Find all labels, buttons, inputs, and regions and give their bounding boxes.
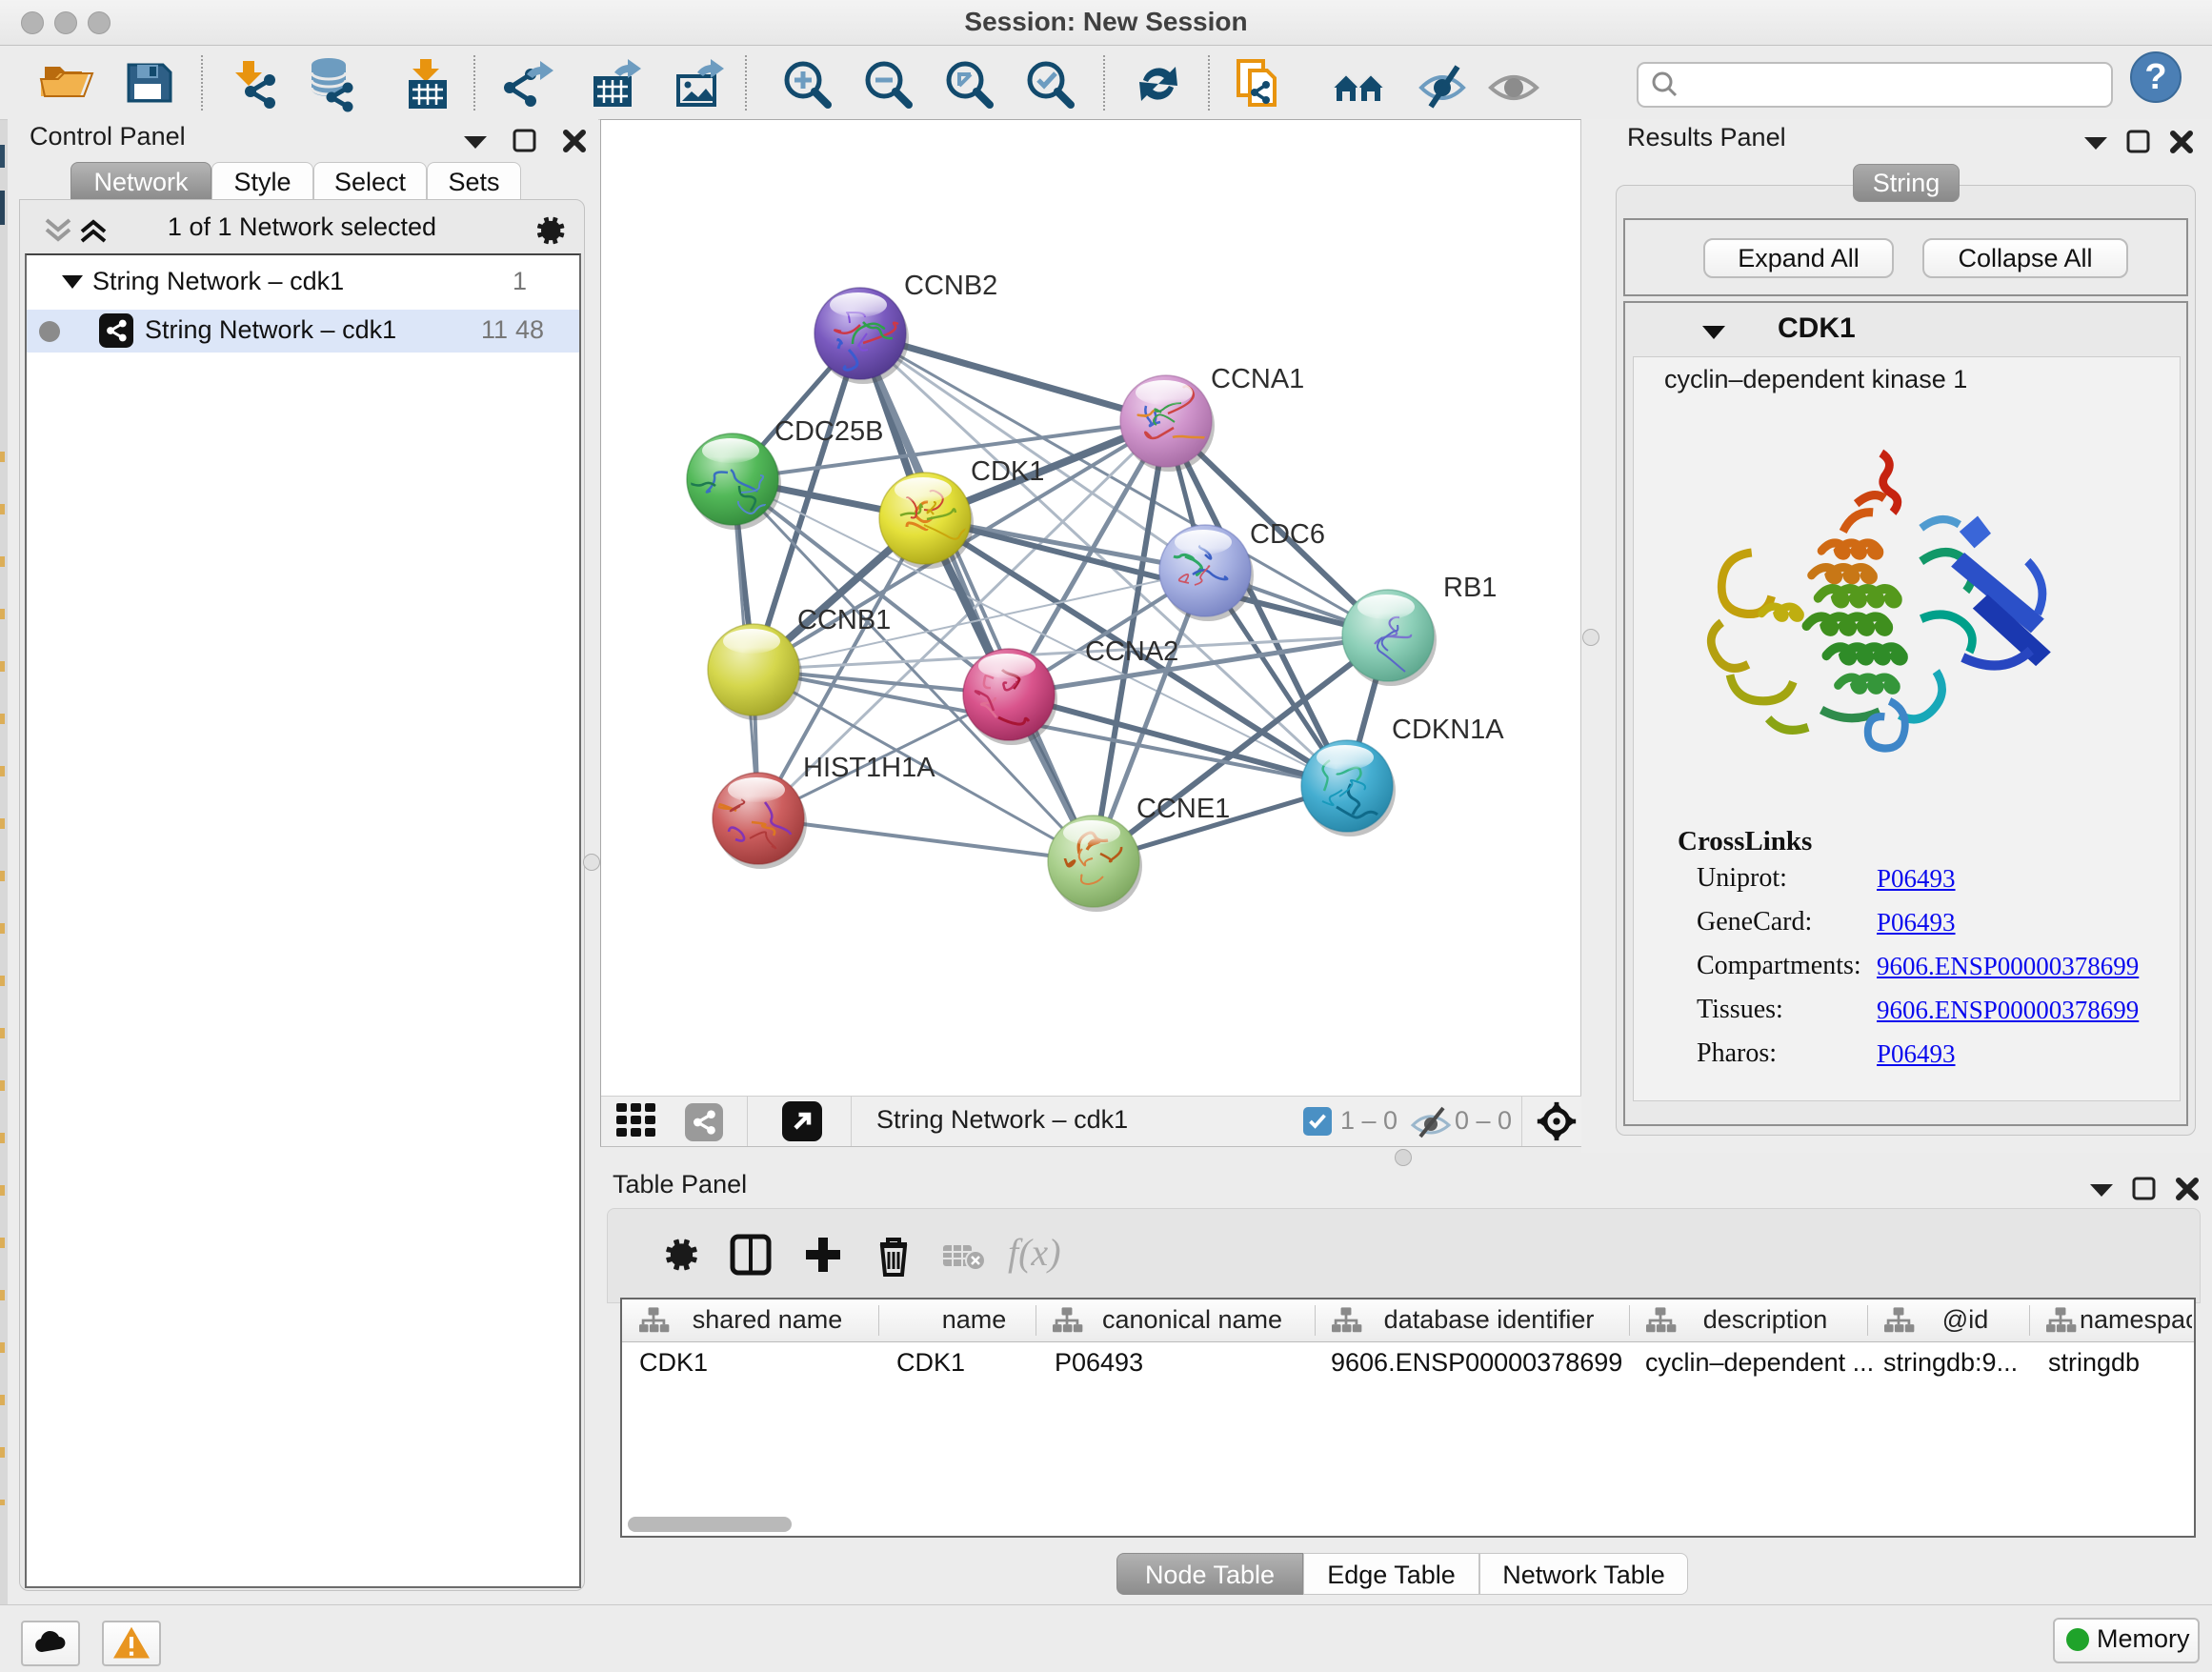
svg-text:CDKN1A: CDKN1A <box>1392 715 1504 745</box>
svg-text:RB1: RB1 <box>1443 573 1497 603</box>
svg-text:CDK1: CDK1 <box>971 456 1044 487</box>
svg-text:HIST1H1A: HIST1H1A <box>803 753 935 783</box>
svg-text:CCNA1: CCNA1 <box>1211 364 1304 394</box>
svg-text:CCNA2: CCNA2 <box>1085 636 1178 667</box>
svg-text:CDC25B: CDC25B <box>774 416 883 447</box>
svg-text:CDC6: CDC6 <box>1250 519 1325 550</box>
svg-text:?: ? <box>2144 57 2166 97</box>
svg-text:CCNB2: CCNB2 <box>904 271 997 301</box>
svg-text:CCNB1: CCNB1 <box>797 605 891 635</box>
svg-text:CCNE1: CCNE1 <box>1136 794 1230 824</box>
